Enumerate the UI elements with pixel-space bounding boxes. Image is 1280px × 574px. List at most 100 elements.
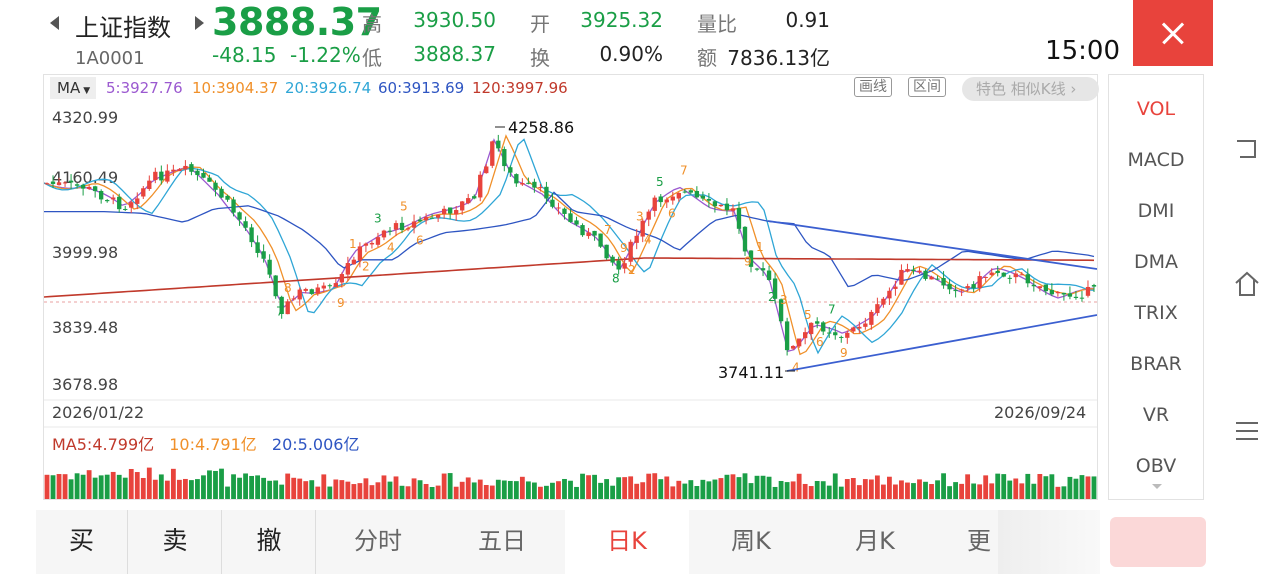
candle-body — [598, 233, 603, 247]
tab-monthly-k[interactable]: 月K — [813, 510, 937, 574]
volume-bar — [1037, 474, 1043, 499]
volume-bar — [381, 475, 387, 499]
candle-body — [135, 198, 140, 204]
draw-line-button[interactable]: 画线 — [854, 77, 892, 97]
volume-bar — [525, 481, 531, 499]
volume-bar — [622, 477, 628, 499]
candle-body — [435, 214, 441, 218]
volume-bar — [1061, 486, 1067, 499]
candle-body — [754, 268, 760, 270]
volume-bar — [682, 483, 688, 499]
volume-bar — [989, 483, 995, 499]
candle-body — [303, 288, 308, 291]
ma-selector[interactable]: MA ▼ — [50, 77, 96, 99]
tab-more[interactable]: 更 — [937, 510, 997, 574]
similar-kline-button[interactable]: 特色 相似K线 › — [962, 77, 1099, 101]
volume-bar — [429, 486, 435, 499]
volume-legend: MA5:4.799亿 10:4.791亿 20:5.006亿 — [52, 431, 359, 455]
tab-weekly-k[interactable]: 周K — [689, 510, 813, 574]
candle-body — [845, 332, 850, 338]
volume-bar — [574, 486, 579, 499]
candle-body — [429, 217, 435, 219]
moving-average-lines — [44, 134, 1095, 356]
volume-bar — [664, 476, 670, 499]
ma5-legend: 5:3927.76 — [106, 79, 183, 97]
prev-stock-arrow-icon[interactable] — [50, 16, 59, 30]
indicator-dma[interactable]: DMA — [1109, 251, 1203, 273]
volume-bar — [760, 475, 766, 499]
volume-ratio-label: 量比 — [697, 12, 737, 36]
volume-bar — [917, 479, 922, 499]
menu-icon[interactable] — [1235, 420, 1259, 442]
next-stock-arrow-icon[interactable] — [195, 16, 204, 30]
candle-body — [718, 204, 724, 207]
indicator-vr[interactable]: VR — [1109, 404, 1203, 426]
candle-body — [622, 263, 627, 269]
volume-bar — [195, 479, 200, 499]
tab-daily-k[interactable]: 日K — [565, 510, 689, 574]
candle-body — [327, 285, 332, 287]
volume-bar — [850, 478, 856, 499]
candle-body — [405, 228, 411, 230]
candle-body — [670, 196, 675, 201]
volume-bar — [267, 480, 273, 499]
candle-body — [923, 270, 928, 279]
candle-body — [417, 219, 423, 222]
sell-button[interactable]: 卖 — [129, 510, 222, 574]
y-axis-label: 3678.98 — [52, 375, 119, 394]
volume-bar — [345, 481, 351, 499]
indicator-dmi[interactable]: DMI — [1109, 200, 1203, 222]
vol-ma20-legend: 20:5.006亿 — [271, 435, 360, 454]
volume-bar — [646, 473, 652, 499]
bottom-action-bar: 买 卖 撤 分时 五日 日K 周K 月K 更 — [36, 510, 1100, 574]
indicator-vol[interactable]: VOL — [1109, 98, 1203, 120]
candle-body — [213, 182, 218, 190]
high-label: 高 — [362, 12, 382, 36]
volume-bar — [562, 478, 567, 499]
candle-body — [911, 269, 916, 272]
buy-button[interactable]: 买 — [36, 510, 128, 574]
home-icon[interactable] — [1233, 270, 1261, 298]
td-digit: 8 — [612, 272, 620, 286]
candle-body — [460, 201, 465, 211]
tab-five-day[interactable]: 五日 — [440, 510, 564, 574]
volume-bar — [874, 475, 880, 499]
kline-chart[interactable]: MA ▼ 5:3927.76 10:3904.37 20:3926.74 60:3… — [43, 74, 1099, 500]
td-digit: 1 — [349, 237, 357, 251]
volume-bar — [315, 486, 321, 499]
range-button[interactable]: 区间 — [908, 77, 946, 97]
candle-body — [893, 286, 898, 289]
candle-body — [700, 195, 706, 199]
cancel-order-button[interactable]: 撤 — [223, 510, 316, 574]
candle-body — [171, 169, 176, 172]
start-date-label: 2026/01/22 — [52, 403, 145, 422]
volume-bar — [291, 477, 297, 499]
trade-shortcut-button[interactable] — [1110, 517, 1206, 567]
volume-bar — [158, 474, 164, 499]
back-icon[interactable] — [1235, 137, 1259, 161]
candle-body — [664, 199, 669, 203]
candle-body — [935, 278, 940, 280]
candle-body — [815, 321, 820, 324]
candle-body — [887, 290, 892, 299]
volume-bar — [519, 476, 525, 499]
candle-body — [568, 213, 573, 223]
more-indicators-chevron-icon[interactable] — [1152, 484, 1162, 489]
close-button[interactable] — [1133, 0, 1213, 66]
indicator-trix[interactable]: TRIX — [1109, 302, 1203, 324]
indicator-obv[interactable]: OBV — [1109, 455, 1203, 477]
tab-intraday[interactable]: 分时 — [316, 510, 440, 574]
support-trendline — [786, 314, 1097, 372]
candle-body — [255, 242, 260, 253]
candle-body — [441, 208, 447, 215]
volume-bar — [243, 473, 248, 499]
candle-body — [117, 196, 122, 210]
indicator-brar[interactable]: BRAR — [1109, 353, 1203, 375]
volume-bar — [399, 485, 405, 499]
volume-bar — [86, 470, 92, 499]
volume-bar — [700, 479, 706, 499]
candle-body — [225, 195, 230, 200]
volume-bar — [1043, 476, 1049, 499]
volume-bar — [880, 484, 886, 499]
indicator-macd[interactable]: MACD — [1109, 149, 1203, 171]
